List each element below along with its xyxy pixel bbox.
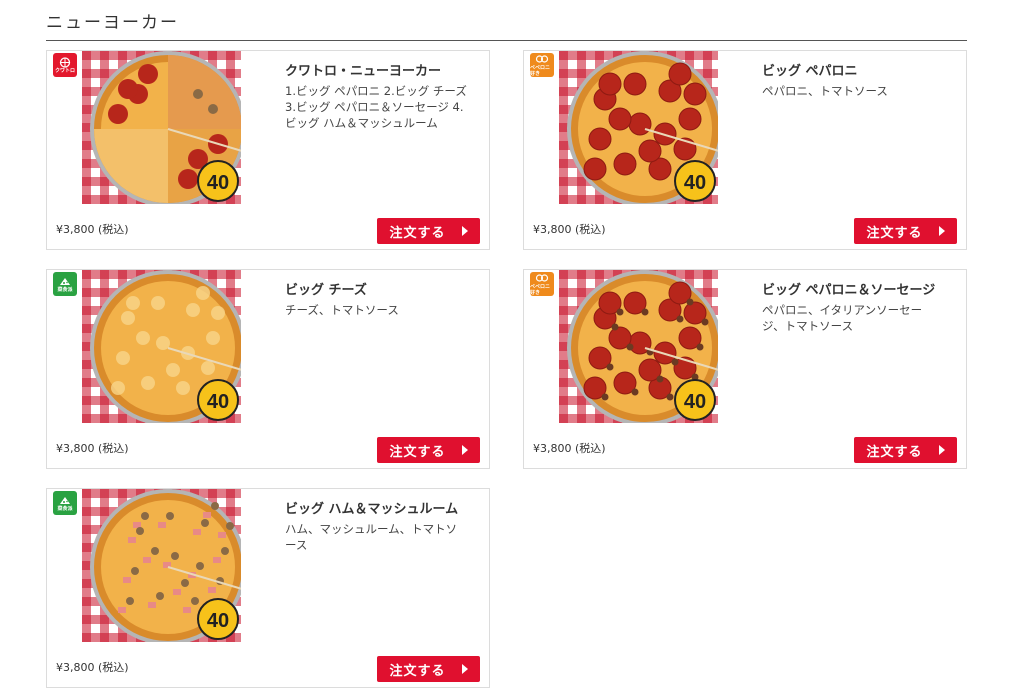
badge-label: クワトロ [54, 67, 75, 74]
badge-label: 菜食派 [57, 286, 73, 293]
order-button-label: 注文する [389, 225, 446, 241]
product-card: ペペロニ好き 40 ビッグ ペパロニ＆ソーセージ ペパロニ、イタリアンソーセージ… [523, 269, 967, 469]
product-description: ペパロニ、イタリアンソーセー ジ、トマトソース [762, 302, 966, 334]
product-name[interactable]: ビッグ ハム＆マッシュルーム [285, 501, 489, 519]
product-card: クワトロ 40 クワトロ・ニューヨーカー 1.ビッグ ペパロニ 2.ビッグ チー… [46, 50, 490, 250]
product-description: チーズ、トマトソース [285, 302, 489, 318]
pizza-photo[interactable]: 40 [82, 270, 241, 423]
svg-text:40: 40 [684, 391, 706, 413]
arrow-right-icon [939, 226, 945, 236]
size-40-badge: 40 [674, 379, 716, 421]
size-40-badge: 40 [674, 160, 716, 202]
svg-text:40: 40 [684, 172, 706, 194]
product-description-line: ハム、マッシュルーム、トマトソ [285, 522, 458, 536]
svg-text:40: 40 [207, 391, 229, 413]
size-40-badge: 40 [197, 379, 239, 421]
product-price: ¥3,800 (税込) [56, 223, 129, 236]
product-description-line: ペパロニ、トマトソース [762, 84, 888, 98]
size-40-badge: 40 [197, 598, 239, 640]
product-description-line: 3.ビッグ ペパロニ＆ソーセージ 4. [285, 100, 464, 114]
product-card: ペペロニ好き 40 ビッグ ペパロニ ペパロニ、トマトソース ¥3,800 (税… [523, 50, 967, 250]
product-card: 菜食派 40 ビッグ ハム＆マッシュルーム ハム、マッシュルーム、トマトソ ース … [46, 488, 490, 688]
order-button-label: 注文する [389, 663, 446, 679]
product-name[interactable]: クワトロ・ニューヨーカー [285, 63, 489, 81]
arrow-right-icon [462, 664, 468, 674]
product-description-line: 1.ビッグ ペパロニ 2.ビッグ チーズ [285, 84, 467, 98]
pepperoni-icon: ペペロニ好き [530, 272, 554, 296]
product-price: ¥3,800 (税込) [533, 442, 606, 455]
product-price: ¥3,800 (税込) [56, 442, 129, 455]
badge-label: ペペロニ好き [530, 283, 551, 296]
order-button-label: 注文する [389, 444, 446, 460]
arrow-right-icon [939, 445, 945, 455]
product-description: 1.ビッグ ペパロニ 2.ビッグ チーズ 3.ビッグ ペパロニ＆ソーセージ 4. ビ… [285, 83, 489, 131]
svg-text:40: 40 [207, 172, 229, 194]
order-button[interactable]: 注文する [377, 656, 480, 682]
product-description-line: ビッグ ハム＆マッシュルーム [285, 116, 438, 130]
pizza-photo[interactable]: 40 [82, 51, 241, 204]
order-button[interactable]: 注文する [377, 437, 480, 463]
product-name[interactable]: ビッグ チーズ [285, 282, 489, 300]
pepperoni-icon: ペペロニ好き [530, 53, 554, 77]
badge-label: 菜食派 [57, 505, 73, 512]
order-button[interactable]: 注文する [854, 437, 957, 463]
arrow-right-icon [462, 226, 468, 236]
pizza-photo[interactable]: 40 [82, 489, 241, 642]
product-description-line: ジ、トマトソース [762, 319, 854, 333]
order-button-label: 注文する [866, 225, 923, 241]
section-title: ニューヨーカー [46, 12, 967, 41]
size-40-badge: 40 [197, 160, 239, 202]
product-description: ペパロニ、トマトソース [762, 83, 966, 99]
order-button-label: 注文する [866, 444, 923, 460]
product-description-line: ース [285, 538, 308, 552]
pizza-photo[interactable]: 40 [559, 270, 718, 423]
cheese-icon: 菜食派 [53, 272, 77, 296]
product-name[interactable]: ビッグ ペパロニ＆ソーセージ [762, 282, 966, 300]
product-description-line: チーズ、トマトソース [285, 303, 399, 317]
product-description-line: ペパロニ、イタリアンソーセー [762, 303, 923, 317]
badge-label: ペペロニ好き [530, 64, 551, 77]
order-button[interactable]: 注文する [854, 218, 957, 244]
product-card: 菜食派 40 ビッグ チーズ チーズ、トマトソース ¥3,800 (税込) 注文… [46, 269, 490, 469]
order-button[interactable]: 注文する [377, 218, 480, 244]
product-name[interactable]: ビッグ ペパロニ [762, 63, 966, 81]
quattro-pizza-icon: クワトロ [53, 53, 77, 77]
product-price: ¥3,800 (税込) [56, 661, 129, 674]
pizza-photo[interactable]: 40 [559, 51, 718, 204]
product-price: ¥3,800 (税込) [533, 223, 606, 236]
arrow-right-icon [462, 445, 468, 455]
svg-text:40: 40 [207, 610, 229, 632]
cheese-icon: 菜食派 [53, 491, 77, 515]
product-description: ハム、マッシュルーム、トマトソ ース [285, 521, 489, 553]
